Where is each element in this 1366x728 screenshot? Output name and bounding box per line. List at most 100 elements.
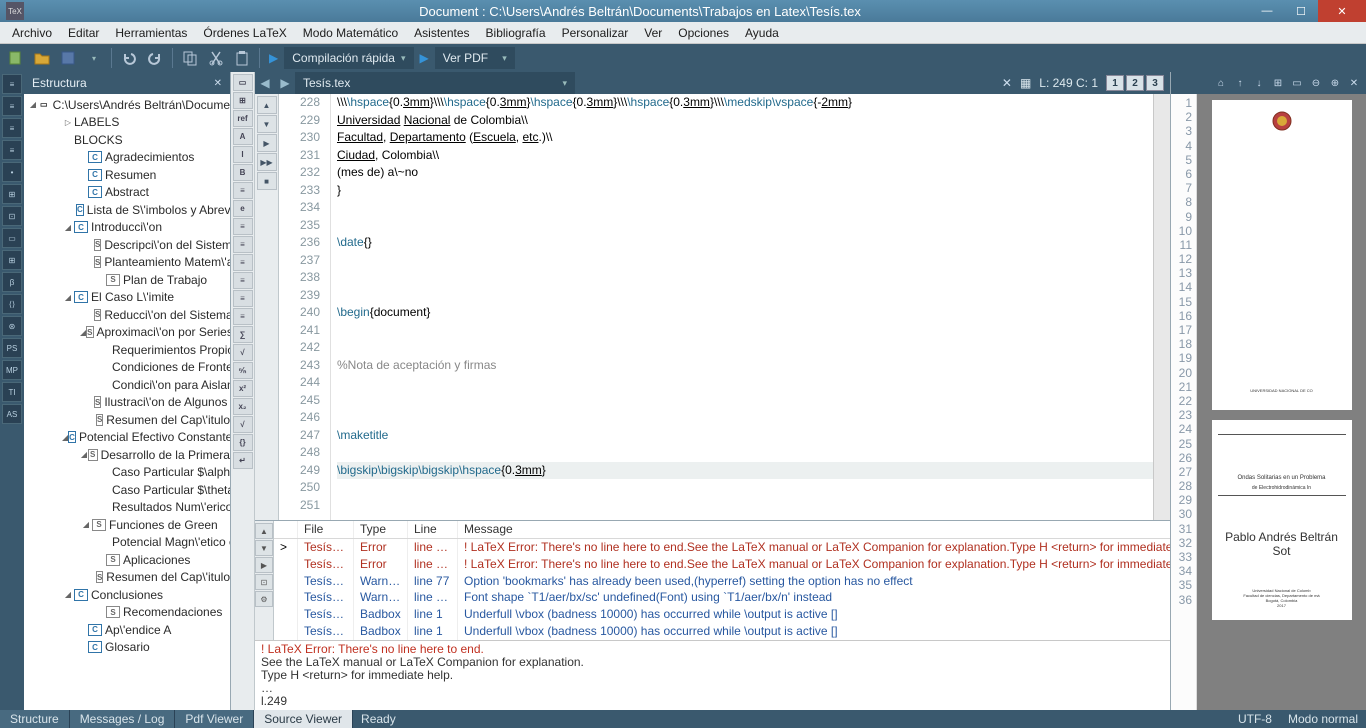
tree-node[interactable]: SReducci\'on del Sistema [24,306,230,324]
msg-up-icon[interactable]: ▲ [255,523,273,539]
tree-node[interactable]: ◢SFunciones de Green [24,516,230,534]
tree-node[interactable]: CResumen [24,166,230,184]
tab-prev-icon[interactable]: ◀ [255,76,275,90]
tree-node[interactable]: CAbstract [24,184,230,202]
tb-item6-icon[interactable]: ≡ [233,308,253,325]
tree-node[interactable]: ◢CConclusiones [24,586,230,604]
structure-tree[interactable]: ◢▭C:\Users\Andrés Beltrán\Docume▷LABELSB… [24,94,230,710]
tb-item1-icon[interactable]: ≡ [233,218,253,235]
mode-label[interactable]: Modo normal [1280,712,1366,726]
tb-part-icon[interactable]: ▭ [233,74,253,91]
chapter-icon[interactable]: ≡ [2,96,22,116]
part-icon[interactable]: ≡ [2,74,22,94]
item-icon[interactable]: • [2,162,22,182]
tree-node[interactable]: Resultados Num\'ericos [24,499,230,517]
minimize-button[interactable]: — [1250,0,1284,22]
tb-item4-icon[interactable]: ≡ [233,272,253,289]
as-icon[interactable]: AS [2,404,22,424]
tb-b-icon[interactable]: B [233,164,253,181]
menu-ayuda[interactable]: Ayuda [739,24,785,42]
tree-node[interactable]: ◢CPotencial Efectivo Constante [24,429,230,447]
tag-icon[interactable]: ⟨⟩ [2,294,22,314]
tree-node[interactable]: SRecomendaciones [24,604,230,622]
preview-zoomin-icon[interactable]: ⊕ [1327,75,1343,91]
code-content[interactable]: \\\\hspace{0.3mm}\\\\hspace{0.3mm}\hspac… [331,94,1153,520]
tree-node[interactable]: SIlustraci\'on de Algunos C [24,394,230,412]
bookmark-1[interactable]: 1 [1106,75,1124,91]
tab-sourceviewer[interactable]: Source Viewer [254,710,353,728]
msg-gear-icon[interactable]: ⚙ [255,591,273,607]
message-row[interactable]: >Tesís.texErrorline 249! LaTeX Error: Th… [274,539,1170,556]
col-type[interactable]: Type [354,521,408,538]
copy-button[interactable] [178,47,202,69]
paste-button[interactable] [230,47,254,69]
tree-node[interactable]: Requerimientos Propios d [24,341,230,359]
tree-node[interactable]: Potencial Magn\'etico con [24,534,230,552]
qb-play-icon[interactable]: ▶ [257,134,277,152]
tree-node[interactable]: SPlanteamiento Matem\'a [24,254,230,272]
tree-node[interactable]: SDescripci\'on del Sistema [24,236,230,254]
msg-down-icon[interactable]: ▼ [255,540,273,556]
tree-node[interactable]: CAgradecimientos [24,149,230,167]
tb-i-icon[interactable]: I [233,146,253,163]
structure-close-icon[interactable]: ✕ [214,78,222,89]
preview-page-icon[interactable]: ▭ [1289,75,1305,91]
col-line[interactable]: Line [408,521,458,538]
math-icon[interactable]: β [2,272,22,292]
mp-icon[interactable]: MP [2,360,22,380]
tree-node[interactable]: BLOCKS [24,131,230,149]
preview-zoomout-icon[interactable]: ⊖ [1308,75,1324,91]
subsection-icon[interactable]: ≡ [2,140,22,160]
tb-sup-icon[interactable]: x² [233,380,253,397]
bookmark-3[interactable]: 3 [1146,75,1164,91]
preview-up-icon[interactable]: ↑ [1232,75,1248,91]
save-dropdown-button[interactable]: ▾ [82,47,106,69]
tree-node[interactable]: Caso Particular $\alpha= [24,464,230,482]
tb-item2-icon[interactable]: ≡ [233,236,253,253]
file-tab[interactable]: Tesís.tex [295,72,575,94]
tab-grid-icon[interactable]: ▦ [1020,76,1031,90]
menu-modo-matematico[interactable]: Modo Matemático [297,24,404,42]
qb-up-icon[interactable]: ▲ [257,96,277,114]
message-row[interactable]: Tesís.texWarningline 77Option 'bookmarks… [274,573,1170,590]
menu-personalizar[interactable]: Personalizar [556,24,635,42]
redo-button[interactable] [143,47,167,69]
tree-node[interactable]: SResumen del Cap\'itulo [24,569,230,587]
tree-node[interactable]: SResumen del Cap\'itulo [24,411,230,429]
message-row[interactable]: Tesís.texWarningline 249Font shape `T1/a… [274,589,1170,606]
menu-ordenes-latex[interactable]: Órdenes LaTeX [197,24,292,42]
qb-ff-icon[interactable]: ▶▶ [257,153,277,171]
preview-home-icon[interactable]: ⌂ [1213,75,1229,91]
tab-messages[interactable]: Messages / Log [70,710,176,728]
tb-newline-icon[interactable]: ↵ [233,452,253,469]
tab-next-icon[interactable]: ▶ [275,76,295,90]
tb-sub-icon[interactable]: x₂ [233,398,253,415]
tb-math1-icon[interactable]: ∑ [233,326,253,343]
tb-ref-icon[interactable]: ref [233,110,253,127]
symbol-icon[interactable]: ⊛ [2,316,22,336]
menu-herramientas[interactable]: Herramientas [109,24,193,42]
menu-bibliografia[interactable]: Bibliografía [480,24,552,42]
tree-node[interactable]: Condiciones de Frontera [24,359,230,377]
col-message[interactable]: Message [458,521,1170,538]
ps-icon[interactable]: PS [2,338,22,358]
tab-icon[interactable]: ⊞ [2,250,22,270]
msg-square-icon[interactable]: ⊡ [255,574,273,590]
tb-brace-icon[interactable]: {} [233,434,253,451]
tree-node[interactable]: CGlosario [24,639,230,657]
tree-node[interactable]: SPlan de Trabajo [24,271,230,289]
pdf-page-2[interactable]: Ondas Solitarias en un Problema de Elect… [1212,420,1352,620]
menu-archivo[interactable]: Archivo [6,24,58,42]
menu-opciones[interactable]: Opciones [672,24,735,42]
tree-node[interactable]: CLista de S\'imbolos y Abrevia [24,201,230,219]
view-play-icon[interactable]: ▶ [420,51,429,65]
undo-button[interactable] [117,47,141,69]
tree-node[interactable]: Condici\'on para Aislamie [24,376,230,394]
qb-down-icon[interactable]: ▼ [257,115,277,133]
label-icon[interactable]: ⊞ [2,184,22,204]
preview-fit-icon[interactable]: ⊞ [1270,75,1286,91]
ref-icon[interactable]: ⊡ [2,206,22,226]
fig-icon[interactable]: ▭ [2,228,22,248]
new-file-button[interactable] [4,47,28,69]
save-button[interactable] [56,47,80,69]
